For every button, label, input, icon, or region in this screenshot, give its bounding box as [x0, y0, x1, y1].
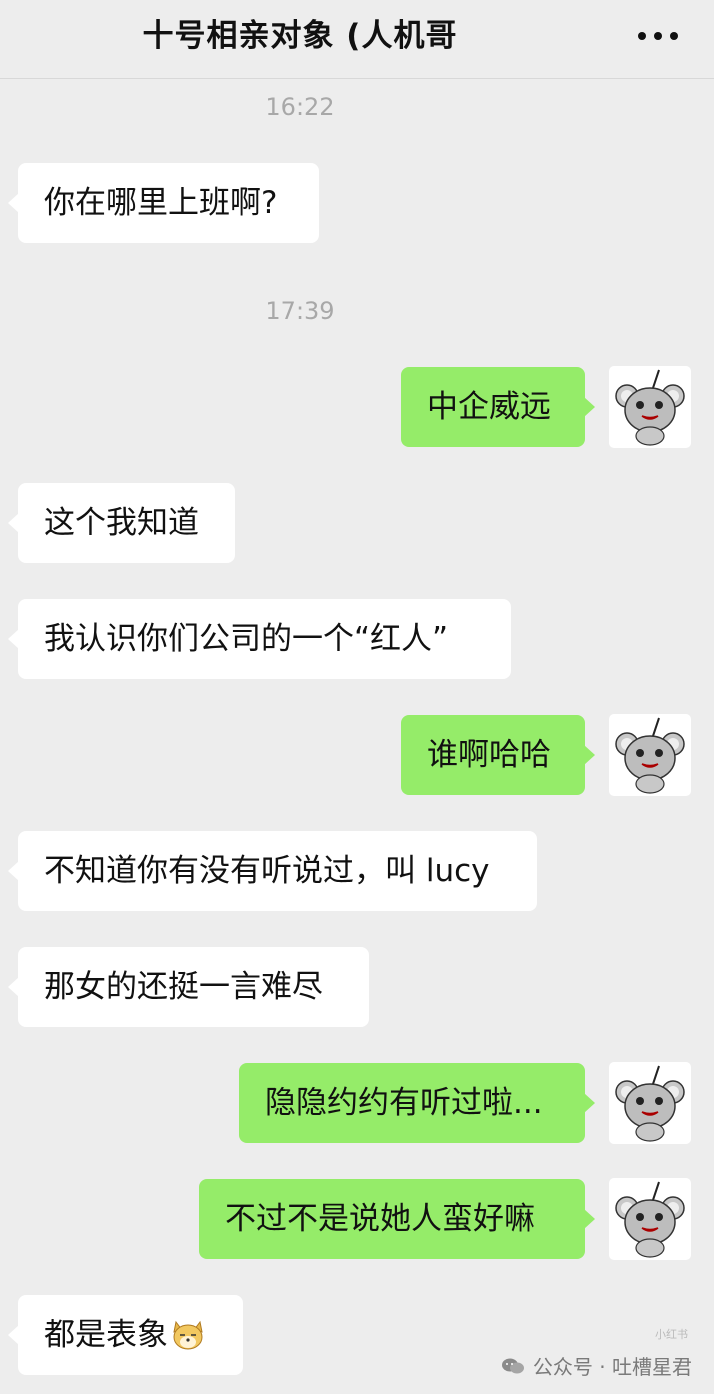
more-options-button[interactable]	[638, 22, 678, 50]
message-text: 不知道你有没有听说过，叫 lucy	[44, 853, 490, 889]
user-avatar[interactable]	[609, 1178, 691, 1260]
message-text: 这个我知道	[44, 505, 199, 541]
wechat-official-account-icon	[501, 1358, 524, 1373]
watermark-text: 公众号 · 吐槽星君	[532, 1355, 692, 1379]
incoming-message-bubble[interactable]: 都是表象	[8, 1295, 243, 1375]
user-avatar[interactable]	[609, 714, 691, 796]
mouse-avatar-icon	[615, 717, 685, 794]
incoming-message-bubble[interactable]: 这个我知道	[8, 483, 235, 563]
incoming-message-bubble[interactable]: 你在哪里上班啊?	[8, 163, 319, 243]
outgoing-message-bubble[interactable]: 不过不是说她人蛮好嘛	[199, 1179, 595, 1259]
user-avatar[interactable]	[609, 366, 691, 448]
timestamp: 17:39	[265, 297, 335, 325]
watermark-small: 小红书	[655, 1328, 688, 1341]
doge-emoji-icon	[173, 1320, 203, 1349]
timestamp: 16:22	[265, 93, 335, 121]
message-text: 中企威远	[427, 389, 551, 425]
user-avatar[interactable]	[609, 1062, 691, 1144]
message-text: 你在哪里上班啊?	[44, 185, 278, 221]
mouse-avatar-icon	[615, 1181, 685, 1258]
watermark: 公众号 · 吐槽星君	[501, 1351, 692, 1380]
chat-header: 十号相亲对象 (人机哥	[0, 0, 714, 79]
outgoing-message-bubble[interactable]: 中企威远	[401, 367, 595, 447]
chat-title: 十号相亲对象 (人机哥	[142, 18, 458, 54]
message-text: 谁啊哈哈	[427, 737, 551, 773]
mouse-avatar-icon	[615, 369, 685, 446]
more-dots-icon	[638, 32, 646, 40]
outgoing-message-bubble[interactable]: 谁啊哈哈	[401, 715, 595, 795]
message-text: 我认识你们公司的一个“红人”	[44, 621, 449, 657]
message-text: 都是表象	[44, 1317, 168, 1353]
more-dot	[670, 32, 678, 40]
outgoing-message-bubble[interactable]: 隐隐约约有听过啦...	[239, 1063, 595, 1143]
mouse-avatar-icon	[615, 1065, 685, 1142]
message-text: 隐隐约约有听过啦...	[265, 1085, 543, 1121]
incoming-message-bubble[interactable]: 那女的还挺一言难尽	[8, 947, 369, 1027]
message-text: 那女的还挺一言难尽	[44, 969, 323, 1005]
incoming-message-bubble[interactable]: 我认识你们公司的一个“红人”	[8, 599, 511, 679]
message-text: 不过不是说她人蛮好嘛	[225, 1201, 535, 1237]
more-dot	[654, 32, 662, 40]
incoming-message-bubble[interactable]: 不知道你有没有听说过，叫 lucy	[8, 831, 537, 911]
